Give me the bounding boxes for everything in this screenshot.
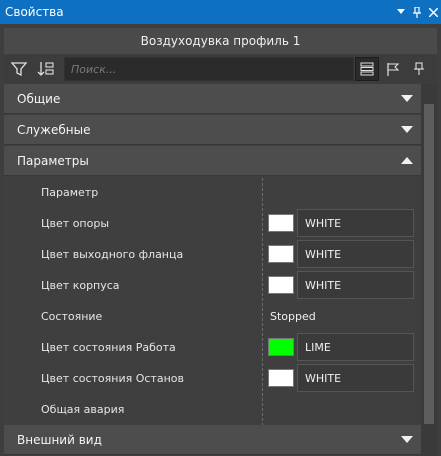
property-row-run-color[interactable]: Цвет состояния Работа LIME	[4, 332, 421, 363]
window-titlebar: Свойства	[0, 0, 441, 24]
scrollbar-thumb[interactable]	[424, 104, 434, 424]
object-title: Воздуходувка профиль 1	[4, 28, 437, 54]
property-label: Цвет опоры	[41, 217, 110, 230]
property-label: Цвет корпуса	[41, 279, 120, 292]
property-value[interactable]: Stopped	[270, 310, 316, 323]
pin-icon[interactable]	[409, 0, 425, 24]
property-label: Цвет состояния Останов	[41, 372, 184, 385]
dropdown-arrow-icon[interactable]	[393, 0, 409, 24]
property-label: Общая авария	[41, 403, 125, 416]
property-row-flange-color[interactable]: Цвет выходного фланца WHITE	[4, 239, 421, 270]
property-row-general-alarm[interactable]: Общая авария	[4, 394, 421, 425]
chevron-up-icon[interactable]	[401, 146, 413, 176]
section-appearance[interactable]: Внешний вид	[4, 425, 421, 455]
property-value[interactable]: LIME	[297, 333, 414, 361]
property-label: Параметр	[41, 186, 99, 199]
filter-icon[interactable]	[7, 57, 31, 81]
property-grid: Общие Служебные Параметры Параметр Цвет …	[4, 84, 421, 456]
property-row-support-color[interactable]: Цвет опоры WHITE	[4, 208, 421, 239]
property-value[interactable]: WHITE	[297, 209, 414, 237]
property-label: Цвет выходного фланца	[41, 248, 184, 261]
window-title: Свойства	[5, 5, 64, 19]
section-label: Параметры	[17, 153, 89, 168]
search-field[interactable]	[64, 57, 354, 81]
property-value[interactable]: WHITE	[297, 271, 414, 299]
section-parameters[interactable]: Параметры	[4, 146, 421, 176]
color-swatch[interactable]	[268, 214, 294, 232]
section-label: Общие	[17, 91, 61, 106]
vertical-scrollbar[interactable]	[421, 84, 437, 456]
chevron-down-icon[interactable]	[401, 84, 413, 114]
property-value[interactable]: WHITE	[297, 364, 414, 392]
color-swatch[interactable]	[268, 245, 294, 263]
color-swatch[interactable]	[268, 369, 294, 387]
color-swatch[interactable]	[268, 276, 294, 294]
property-label: Состояние	[41, 310, 103, 323]
property-row-parameter[interactable]: Параметр	[4, 177, 421, 208]
property-row-stop-color[interactable]: Цвет состояния Останов WHITE	[4, 363, 421, 394]
close-icon[interactable]	[425, 0, 441, 24]
color-swatch[interactable]	[268, 338, 294, 356]
property-row-body-color[interactable]: Цвет корпуса WHITE	[4, 270, 421, 301]
flag-icon[interactable]	[381, 57, 405, 81]
section-label: Внешний вид	[17, 432, 102, 447]
properties-toolbar	[4, 55, 437, 83]
property-label: Цвет состояния Работа	[41, 341, 176, 354]
pin-icon[interactable]	[407, 57, 431, 81]
section-service[interactable]: Служебные	[4, 115, 421, 145]
search-input[interactable]	[71, 62, 353, 76]
property-value[interactable]: WHITE	[297, 240, 414, 268]
property-row-state[interactable]: Состояние Stopped	[4, 301, 421, 332]
list-view-icon[interactable]	[355, 57, 379, 81]
section-label: Служебные	[17, 122, 91, 137]
section-general[interactable]: Общие	[4, 84, 421, 114]
chevron-down-icon[interactable]	[401, 115, 413, 145]
sort-icon[interactable]	[34, 57, 58, 81]
chevron-down-icon[interactable]	[401, 425, 413, 455]
